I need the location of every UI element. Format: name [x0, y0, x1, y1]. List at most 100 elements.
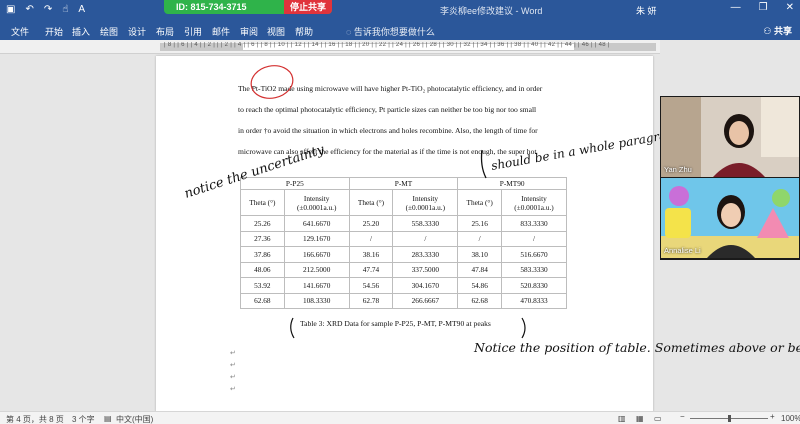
tab-insert[interactable]: 插入	[72, 25, 90, 38]
lightbulb-icon: ◌	[346, 27, 354, 37]
language[interactable]: 中文(中国)	[116, 414, 153, 424]
participant-name: Annalise Li	[664, 246, 701, 255]
share-button[interactable]: ⚇ 共享	[763, 24, 792, 37]
right-gutter	[653, 54, 660, 411]
table-cell[interactable]: 62.78	[348, 292, 394, 309]
column-header: Theta (°)	[348, 189, 394, 216]
table-cell[interactable]: 48.06	[240, 261, 285, 278]
paragraph-mark: ↵	[230, 386, 236, 393]
person-icon: ⚇	[763, 26, 774, 36]
video-tile-annalise-li[interactable]: Annalise Li	[661, 178, 799, 258]
table-cell[interactable]: 25.16	[457, 215, 502, 232]
table-cell[interactable]: 583.3330	[501, 261, 567, 278]
table-cell[interactable]: 108.3330	[283, 292, 350, 309]
word-window: ▣ ↶ ↷ ☝ A ID: 815-734-3715 停止共享 李炎柳ee修改建…	[0, 0, 800, 424]
zoom-slider-thumb[interactable]	[728, 415, 731, 422]
table-cell[interactable]: 516.6670	[501, 246, 567, 263]
table-cell[interactable]: 54.56	[348, 277, 394, 294]
tab-draw[interactable]: 绘图	[100, 25, 118, 38]
table-cell[interactable]: 520.8330	[501, 277, 567, 294]
tab-references[interactable]: 引用	[184, 25, 202, 38]
proofing-icon[interactable]: ▤	[104, 414, 112, 423]
table-cell[interactable]: 47.74	[348, 261, 394, 278]
table-cell[interactable]: 833.3330	[501, 215, 567, 232]
table-cell[interactable]: 62.68	[457, 292, 502, 309]
zoom-level[interactable]: 100%	[781, 414, 800, 423]
tab-file[interactable]: 文件	[11, 25, 29, 38]
table-cell[interactable]: 470.8333	[501, 292, 567, 309]
table-cell[interactable]: 27.36	[240, 230, 285, 247]
tab-design[interactable]: 设计	[128, 25, 146, 38]
group-header: P-MT90	[457, 177, 567, 190]
horizontal-ruler[interactable]: | 8 | | 6 | | 4 | | 2 | | | 2 | | 4 | | …	[0, 40, 660, 54]
table-caption[interactable]: Table 3: XRD Data for sample P-P25, P-MT…	[300, 319, 491, 328]
video-tile-yan-zhu[interactable]: Yan Zhu	[661, 97, 799, 177]
tab-mailings[interactable]: 邮件	[212, 25, 230, 38]
table-cell[interactable]: /	[501, 230, 567, 247]
table-cell[interactable]: 558.3330	[392, 215, 459, 232]
table-cell[interactable]: 641.6670	[283, 215, 350, 232]
table-cell[interactable]: 304.1670	[392, 277, 459, 294]
body-paragraph[interactable]: The Pt-TiO2 made using microwave will ha…	[238, 78, 578, 162]
table-row: 48.06 212.5000 47.74 337.5000 47.84 583.…	[240, 261, 567, 278]
table-cell[interactable]: 47.84	[457, 261, 502, 278]
text-line: in order †o avoid the situation in which…	[238, 126, 538, 135]
page-count[interactable]: 第 4 页，共 8 页	[6, 414, 64, 424]
user-name[interactable]: 朱 妍	[636, 4, 657, 17]
word-count[interactable]: 3 个字	[72, 414, 95, 424]
restore-button[interactable]: ❐	[759, 2, 768, 13]
document-page[interactable]: The Pt-TiO2 made using microwave will ha…	[156, 56, 653, 412]
table-row: 27.36 129.1670 / / / /	[240, 230, 567, 247]
table-cell[interactable]: 25.26	[240, 215, 285, 232]
read-mode-icon[interactable]: ▥	[618, 414, 626, 423]
table-cell[interactable]: 266.6667	[392, 292, 459, 309]
table-cell[interactable]: 212.5000	[283, 261, 350, 278]
table-cell[interactable]: /	[348, 230, 394, 247]
tab-view[interactable]: 视图	[267, 25, 285, 38]
table-cell[interactable]: 53.92	[240, 277, 285, 294]
quick-access-toolbar: ▣ ↶ ↷ ☝ A	[6, 3, 85, 16]
table-cell[interactable]: 62.68	[240, 292, 285, 309]
table-cell[interactable]: 54.86	[457, 277, 502, 294]
table-cell[interactable]: /	[457, 230, 502, 247]
tab-layout[interactable]: 布局	[156, 25, 174, 38]
tab-review[interactable]: 审阅	[240, 25, 258, 38]
stop-share-button[interactable]: 停止共享	[283, 0, 332, 14]
tab-home[interactable]: 开始	[45, 25, 63, 38]
xrd-table[interactable]: P-P25 P-MT P-MT90 Theta (°) Intensity (±0…	[240, 177, 567, 309]
table-cell[interactable]: 141.6670	[283, 277, 350, 294]
group-header: P-P25	[240, 177, 350, 190]
print-layout-icon[interactable]: ▦	[636, 414, 644, 423]
zoom-out-button[interactable]: −	[680, 412, 685, 421]
table-cell[interactable]: 37.86	[240, 246, 285, 263]
redo-icon[interactable]: ↷	[44, 3, 52, 16]
close-button[interactable]: ✕	[786, 2, 794, 13]
tell-me-search[interactable]: ◌ 告诉我你想要做什么	[346, 25, 435, 38]
zoom-in-button[interactable]: +	[770, 412, 775, 421]
meeting-id: ID: 815-734-3715	[176, 2, 247, 12]
table-cell[interactable]: 129.1670	[283, 230, 350, 247]
column-header: Intensity (±0.0001a.u.)	[392, 189, 459, 216]
table-cell[interactable]: 25.20	[348, 215, 394, 232]
table-cell[interactable]: 283.3330	[392, 246, 459, 263]
undo-icon[interactable]: ↶	[25, 3, 33, 16]
table-row: 37.86 166.6670 38.16 283.3330 38.10 516.…	[240, 246, 567, 263]
table-cell[interactable]: 337.5000	[392, 261, 459, 278]
column-header: Theta (°)	[240, 189, 285, 216]
table-cell[interactable]: 38.10	[457, 246, 502, 263]
meeting-share-bar: ID: 815-734-3715 停止共享	[164, 0, 332, 14]
table-cell[interactable]: /	[392, 230, 459, 247]
font-color-icon[interactable]: A	[78, 3, 85, 16]
column-header: Intensity (±0.0001a.u.)	[501, 189, 567, 216]
table-cell[interactable]: 38.16	[348, 246, 394, 263]
video-panel: Yan Zhu Annalise Li	[660, 96, 800, 260]
save-icon[interactable]: ▣	[6, 3, 15, 16]
participant-name: Yan Zhu	[664, 165, 692, 174]
table-cell[interactable]: 166.6670	[283, 246, 350, 263]
left-gutter	[0, 54, 160, 411]
web-layout-icon[interactable]: ▭	[654, 414, 662, 423]
minimize-button[interactable]: —	[731, 2, 741, 13]
ribbon-tabs: 文件 开始 插入 绘图 设计 布局 引用 邮件 审阅 视图 帮助 ◌ 告诉我你想…	[0, 20, 800, 40]
tab-help[interactable]: 帮助	[295, 25, 313, 38]
touch-mode-icon[interactable]: ☝	[62, 3, 68, 16]
